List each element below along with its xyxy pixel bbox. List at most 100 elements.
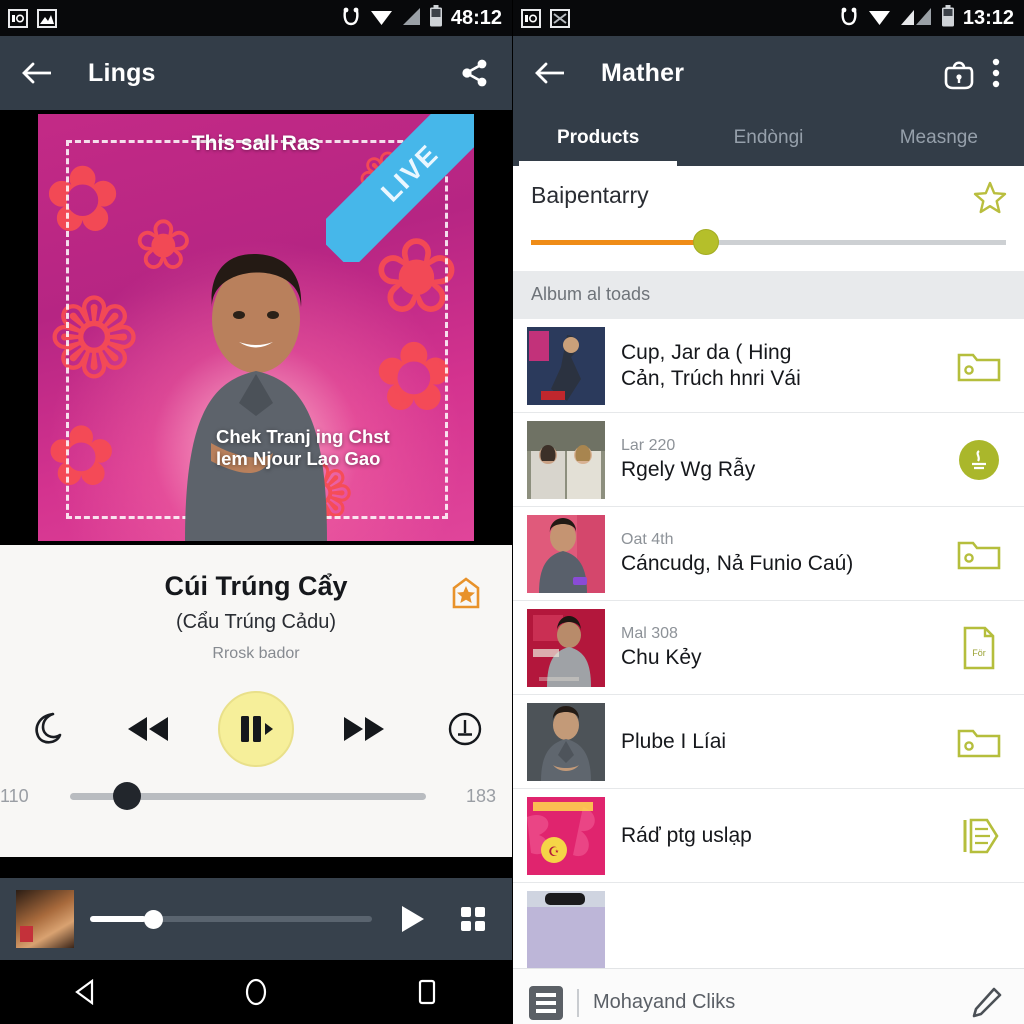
row-thumbnail	[527, 326, 605, 405]
row-text: Ráď ptg uslạp	[621, 823, 932, 848]
camera-icon	[8, 8, 28, 28]
tab-measnge[interactable]: Measnge	[854, 110, 1024, 166]
list-item[interactable]: Oat 4th Cáncudg, Nả Funio Caú)	[513, 507, 1024, 601]
star-outline-icon[interactable]	[972, 180, 1008, 221]
olive-circle	[959, 439, 999, 480]
row-title: Plube I Líai	[621, 729, 727, 753]
progress-thumb[interactable]	[692, 229, 719, 255]
track-artist: Rrosk bador	[212, 645, 300, 662]
list-item[interactable]	[513, 883, 1024, 977]
row-title: Ráď ptg uslạp	[621, 823, 752, 847]
right-content: Baipentarry Album al toads Cup, Jar da (…	[513, 166, 1024, 1024]
track-subtitle: (Cẩu Trúng Cảdu)	[175, 611, 337, 633]
back-arrow-icon[interactable]	[14, 50, 60, 96]
back-arrow-icon[interactable]	[527, 50, 573, 96]
document-icon-text: För	[972, 648, 986, 658]
back-triangle-icon[interactable]	[68, 975, 102, 1009]
left-status-bar: 48:12	[0, 0, 512, 36]
mini-fill	[90, 916, 147, 922]
row-text: Plube I Líai	[621, 729, 932, 754]
dual-screenshot: 48:12 Lings ✿ ❀ ❁ ✿ ❀ ❁ ✿ ❀ ❁	[0, 0, 1024, 1024]
list-item[interactable]: Plube I Líai	[513, 695, 1024, 789]
player-controls	[0, 663, 512, 767]
right-app-bar: Mather	[513, 36, 1024, 110]
track-title: Cúi Trúng Cẩy	[164, 571, 348, 601]
row-subtitle: Mal 308	[621, 624, 678, 642]
wifi-icon	[370, 6, 393, 31]
divider	[577, 988, 579, 1017]
play-pause-icon[interactable]	[218, 691, 294, 767]
award-badge-icon[interactable]	[450, 577, 482, 614]
list-item[interactable]: Mal 308 Chu Kẻy För	[513, 601, 1024, 695]
list-item[interactable]: ☪ Ráď ptg uslạp	[513, 789, 1024, 883]
pencil-icon[interactable]	[963, 980, 1009, 1024]
live-ribbon-label: LIVE	[326, 114, 474, 262]
now-playing-panel: Cúi Trúng Cẩy (Cẩu Trúng Cảdu) Rrosk bad…	[0, 545, 512, 857]
album-art-container[interactable]: ✿ ❀ ❁ ✿ ❀ ❁ ✿ ❀ ❁	[0, 110, 512, 545]
row-title: Cáncudg, Nả Funio Caú)	[621, 551, 854, 575]
mini-player[interactable]	[0, 878, 512, 960]
list-item[interactable]: Cup, Jar da ( Hing Cản, Trúch hnri Vái	[513, 319, 1024, 413]
row-thumbnail: ☪	[527, 796, 605, 875]
art-caption-line1: Chek Tranj ing Chst	[216, 425, 390, 447]
image-icon	[37, 8, 57, 28]
more-vertical-icon[interactable]	[982, 50, 1010, 96]
mini-thumb-dot[interactable]	[143, 909, 163, 929]
olive-badge-icon[interactable]	[948, 439, 1010, 480]
live-ribbon: LIVE	[326, 114, 474, 262]
right-panel-product-list: 13:12 Mather Products Endòngi Measnge Ba…	[512, 0, 1024, 1024]
folder-icon[interactable]	[948, 537, 1010, 571]
seek-row: 110 183	[0, 767, 512, 810]
total-time: 183	[465, 785, 496, 806]
rewind-icon[interactable]	[117, 698, 179, 760]
tab-products[interactable]: Products	[513, 110, 683, 166]
progress-fill	[531, 239, 707, 245]
cell-signal-icon	[401, 6, 421, 31]
grid-icon[interactable]	[450, 896, 496, 942]
recents-square-icon[interactable]	[410, 975, 444, 1009]
header-title: Baipentarry	[531, 182, 649, 208]
row-text: Lar 220 Rgely Wg Rẫy	[621, 437, 932, 482]
document-icon[interactable]: För	[948, 625, 1010, 671]
folder-icon[interactable]	[948, 349, 1010, 383]
tab-bar: Products Endòngi Measnge	[513, 110, 1024, 166]
camera-icon	[521, 8, 541, 28]
folder-icon[interactable]	[948, 725, 1010, 759]
download-timer-icon[interactable]	[434, 698, 496, 760]
tab-endongi[interactable]: Endòngi	[683, 110, 853, 166]
mini-player-slider[interactable]	[90, 907, 372, 931]
row-thumbnail	[527, 890, 605, 969]
album-art: ✿ ❀ ❁ ✿ ❀ ❁ ✿ ❀ ❁	[38, 114, 474, 541]
page-title: Mather	[601, 58, 685, 87]
usb-debug-icon	[340, 5, 362, 31]
elapsed-time: 110	[0, 785, 29, 806]
left-app-bar: Lings	[0, 36, 512, 110]
right-status-bar: 13:12	[513, 0, 1024, 36]
sleep-timer-icon[interactable]	[16, 698, 78, 760]
seek-slider[interactable]	[70, 782, 426, 810]
share-icon[interactable]	[452, 50, 498, 96]
battery-icon	[429, 4, 443, 32]
playlist-send-icon[interactable]	[948, 815, 1010, 857]
row-title: Cup, Jar da ( Hing Cản, Trúch hnri Vái	[621, 341, 801, 390]
left-android-navbar	[0, 960, 512, 1024]
home-circle-icon[interactable]	[239, 975, 273, 1009]
hamburger-icon[interactable]	[529, 985, 563, 1020]
cell-signal-icon	[899, 6, 933, 31]
bottom-bar-label: Mohayand Cliks	[593, 991, 736, 1013]
status-left-icons	[521, 8, 570, 28]
bag-lock-icon[interactable]	[936, 50, 982, 96]
mini-player-thumbnail	[16, 890, 74, 948]
seek-thumb[interactable]	[112, 782, 141, 810]
row-thumbnail	[527, 420, 605, 499]
gallery-icon	[550, 8, 570, 28]
row-subtitle: Oat 4th	[621, 530, 674, 548]
play-icon[interactable]	[388, 896, 434, 942]
row-thumbnail	[527, 514, 605, 593]
section-header: Album al toads	[513, 271, 1024, 319]
fast-forward-icon[interactable]	[333, 698, 395, 760]
header-progress-slider[interactable]	[531, 229, 1006, 255]
row-text: Cup, Jar da ( Hing Cản, Trúch hnri Vái	[621, 340, 932, 390]
art-caption: Chek Tranj ing Chst lem Njour Lao Gao	[216, 426, 444, 471]
list-item[interactable]: Lar 220 Rgely Wg Rẫy	[513, 413, 1024, 507]
